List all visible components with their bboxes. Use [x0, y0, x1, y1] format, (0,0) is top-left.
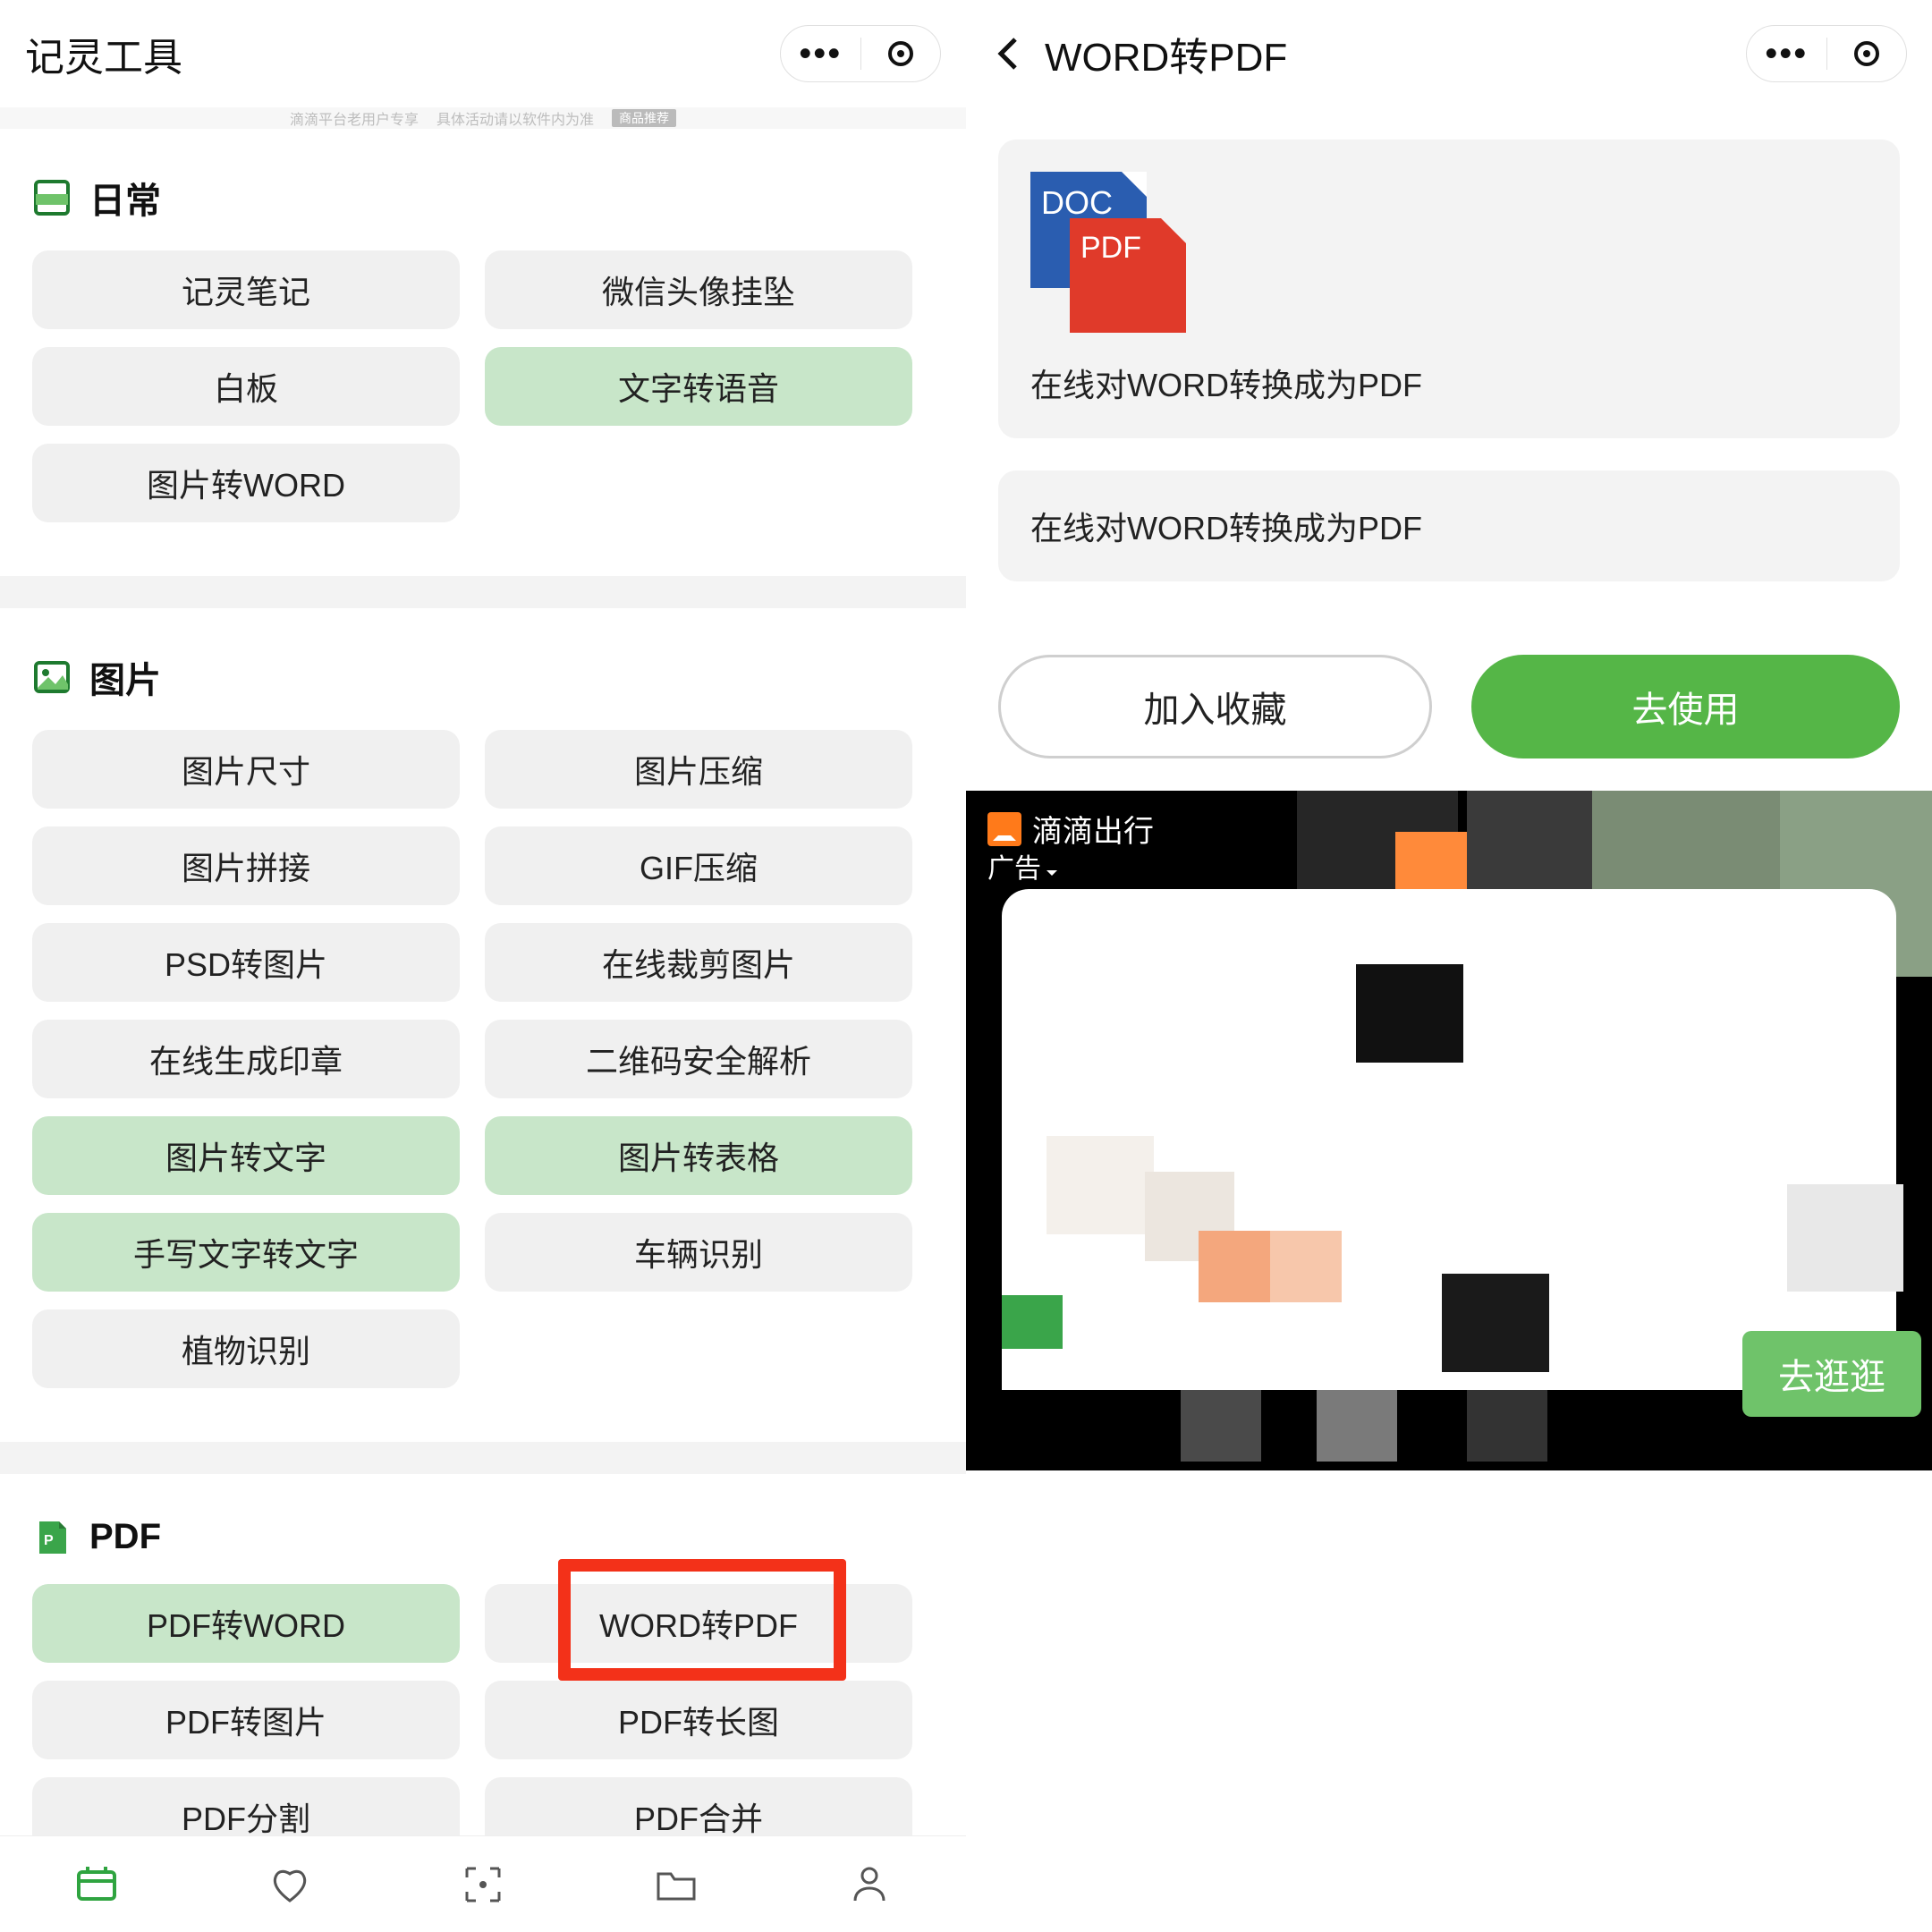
section-image: 图片 图片尺寸 图片压缩 图片拼接 GIF压缩 PSD转图片 在线裁剪图片 在线…	[0, 608, 966, 1410]
screen-tool-list: 记灵工具 ••• 滴滴平台老用户专享 具体活动请以软件内为准 商品推荐 日常	[0, 0, 966, 1932]
tool-item[interactable]: PSD转图片	[32, 923, 460, 1002]
tool-item[interactable]: 图片转表格	[485, 1116, 912, 1195]
screen-word-to-pdf-detail: WORD转PDF ••• DOC PDF 在线对WORD转换成为PDF 在线对W…	[966, 0, 1932, 1932]
ad-strip-text: 具体活动请以软件内为准	[436, 107, 594, 129]
tool-item[interactable]: 文字转语音	[485, 347, 912, 426]
section-title: PDF	[89, 1517, 161, 1557]
tool-item[interactable]: 在线裁剪图片	[485, 923, 912, 1002]
ad-go-button[interactable]: 去逛逛	[1742, 1331, 1921, 1417]
section-header: 图片	[0, 608, 966, 730]
tool-item[interactable]: GIF压缩	[485, 826, 912, 905]
tool-item[interactable]: 植物识别	[32, 1309, 460, 1388]
ad-strip[interactable]: 滴滴平台老用户专享 具体活动请以软件内为准 商品推荐	[0, 107, 966, 129]
ad-brand: 滴滴出行	[987, 807, 1154, 851]
tools-icon	[73, 1861, 120, 1908]
use-button[interactable]: 去使用	[1471, 655, 1900, 758]
tool-item[interactable]: 图片拼接	[32, 826, 460, 905]
tab-tools[interactable]	[73, 1861, 120, 1908]
favorite-button[interactable]: 加入收藏	[998, 655, 1432, 758]
info-desc: 在线对WORD转换成为PDF	[1030, 360, 1868, 406]
action-row: 加入收藏 去使用	[966, 646, 1932, 791]
pdf-tile: PDF	[1070, 218, 1186, 333]
back-button[interactable]	[991, 36, 1027, 72]
tool-item[interactable]: 图片转WORD	[32, 444, 460, 522]
wechat-capsule[interactable]: •••	[780, 25, 941, 82]
tab-files[interactable]	[653, 1861, 699, 1908]
page-title: WORD转PDF	[1045, 25, 1746, 82]
chevron-left-icon	[996, 36, 1022, 72]
folder-icon	[653, 1861, 699, 1908]
section-header: P PDF	[0, 1474, 966, 1584]
menu-icon[interactable]: •••	[1747, 26, 1826, 81]
tool-item[interactable]: 记灵笔记	[32, 250, 460, 329]
image-icon	[32, 657, 72, 697]
heart-icon	[267, 1861, 313, 1908]
tab-profile[interactable]	[846, 1861, 893, 1908]
app-title: 记灵工具	[25, 25, 780, 82]
titlebar-right: WORD转PDF •••	[966, 0, 1932, 107]
info-card-secondary: 在线对WORD转换成为PDF	[998, 470, 1900, 581]
tool-item[interactable]: PDF转图片	[32, 1681, 460, 1759]
tabbar	[0, 1835, 966, 1932]
menu-icon[interactable]: •••	[781, 26, 860, 81]
section-pdf: P PDF PDF转WORD WORD转PDF PDF转图片 PDF转长图 PD…	[0, 1474, 966, 1877]
didi-logo-icon	[987, 812, 1021, 846]
tool-item[interactable]: 图片尺寸	[32, 730, 460, 809]
tab-favorites[interactable]	[267, 1861, 313, 1908]
user-icon	[846, 1861, 893, 1908]
section-title: 图片	[89, 651, 161, 703]
tool-item[interactable]: 图片压缩	[485, 730, 912, 809]
tool-item[interactable]: 白板	[32, 347, 460, 426]
tool-item-word-to-pdf[interactable]: WORD转PDF	[485, 1584, 912, 1663]
tab-camera[interactable]	[460, 1861, 506, 1908]
close-icon[interactable]	[861, 26, 941, 81]
tool-item[interactable]: 手写文字转文字	[32, 1213, 460, 1292]
info-desc: 在线对WORD转换成为PDF	[1030, 503, 1868, 549]
daily-icon	[32, 178, 72, 217]
ad-panel[interactable]: 滴滴出行 广告 去逛逛	[966, 791, 1932, 1470]
section-header: 日常	[0, 129, 966, 250]
tool-item[interactable]: 在线生成印章	[32, 1020, 460, 1098]
tool-item[interactable]: PDF转WORD	[32, 1584, 460, 1663]
tool-item[interactable]: 微信头像挂坠	[485, 250, 912, 329]
ad-label[interactable]: 广告	[987, 846, 1057, 886]
close-icon[interactable]	[1827, 26, 1907, 81]
section-daily: 日常 记灵笔记 微信头像挂坠 白板 文字转语音 图片转WORD	[0, 129, 966, 544]
titlebar-left: 记灵工具 •••	[0, 0, 966, 107]
wechat-capsule[interactable]: •••	[1746, 25, 1907, 82]
tool-item[interactable]: 二维码安全解析	[485, 1020, 912, 1098]
pdf-icon: P	[32, 1518, 72, 1557]
ad-strip-tag: 商品推荐	[612, 109, 676, 127]
ad-strip-text: 滴滴平台老用户专享	[290, 107, 419, 129]
section-title: 日常	[89, 172, 161, 224]
tool-item[interactable]: 图片转文字	[32, 1116, 460, 1195]
tool-item[interactable]: PDF转长图	[485, 1681, 912, 1759]
svg-text:P: P	[44, 1533, 54, 1548]
info-card-main: DOC PDF 在线对WORD转换成为PDF	[998, 140, 1900, 438]
doc-pdf-illustration: DOC PDF	[1030, 172, 1174, 333]
camera-icon	[460, 1861, 506, 1908]
tool-item[interactable]: 车辆识别	[485, 1213, 912, 1292]
